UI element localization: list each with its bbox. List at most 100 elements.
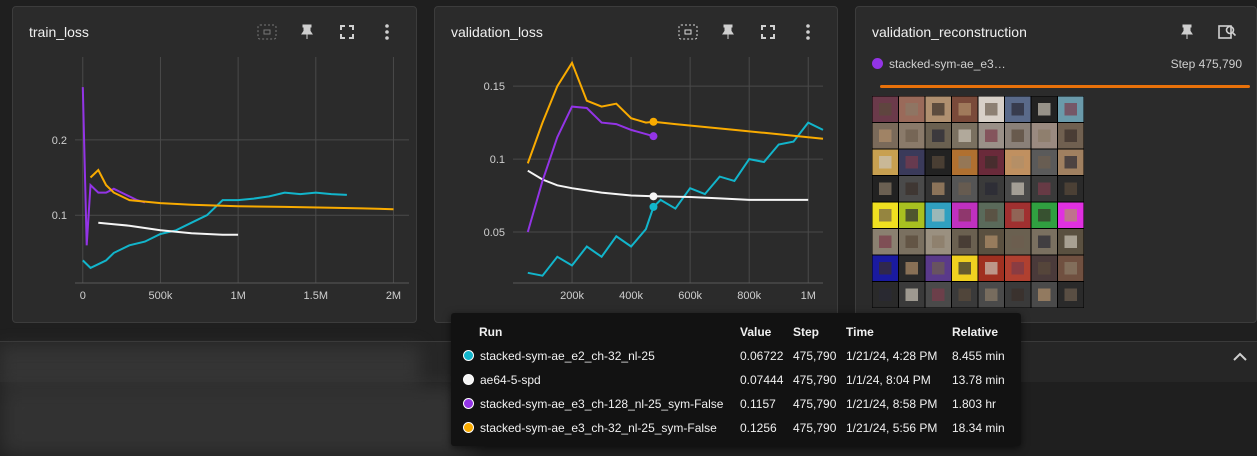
tooltip-run-name: ae64-5-spd	[480, 373, 541, 387]
tooltip-relative-cell: 8.455 min	[952, 349, 1005, 363]
y-tick-label: 0.1	[52, 210, 67, 222]
tooltip-value-cell: 0.07444	[740, 373, 784, 387]
thumbnail-detail	[1011, 156, 1024, 169]
tooltip-run-cell: stacked-sym-ae_e2_ch-32_nl-25	[459, 344, 736, 368]
reconstruction-toolbar	[1170, 19, 1244, 45]
tooltip-run-name: stacked-sym-ae_e3_ch-32_nl-25_sym-False	[480, 421, 717, 435]
x-tick-label: 600k	[678, 290, 702, 302]
pin-icon[interactable]	[711, 19, 745, 45]
thumbnail-detail	[958, 182, 971, 195]
thumbnail-detail	[905, 156, 918, 169]
series-line	[527, 169, 809, 201]
tooltip-value-cell: 0.1256	[740, 421, 777, 435]
thumbnail-detail	[1038, 235, 1051, 248]
thumbnail-detail	[1011, 182, 1024, 195]
thumbnail-detail	[1064, 235, 1077, 248]
fullscreen-icon[interactable]	[751, 19, 785, 45]
thumbnail-detail	[879, 288, 892, 301]
more-vert-icon[interactable]	[791, 19, 825, 45]
thumbnail-detail	[879, 209, 892, 222]
x-tick-label: 1M	[230, 290, 245, 302]
thumbnail-detail	[1038, 262, 1051, 275]
thumbnail-detail	[1064, 156, 1077, 169]
thumbnail-detail	[985, 103, 998, 116]
thumbnail-detail	[879, 182, 892, 195]
tooltip-time-cell: 1/21/24, 5:56 PM	[846, 421, 938, 435]
run-color-dot	[872, 58, 883, 69]
thumbnail-detail	[958, 103, 971, 116]
y-tick-label: 0.15	[484, 81, 505, 93]
tooltip-table: Run Value Step Time Relative stacked-sym…	[459, 322, 1009, 440]
validation-loss-chart[interactable]: 200k 400k 600k 800k 1M 0.05 0.1 0.15	[435, 47, 839, 317]
thumbnail-detail	[932, 156, 945, 169]
x-tick-label: 2M	[386, 290, 401, 302]
image-search-icon[interactable]	[1210, 19, 1244, 45]
pin-icon[interactable]	[1170, 19, 1204, 45]
run-color-dot	[463, 374, 474, 385]
thumbnail-detail	[958, 156, 971, 169]
thumbnail-detail	[932, 288, 945, 301]
series-line	[526, 105, 654, 233]
thumbnail-detail	[1011, 288, 1024, 301]
header-relative: Relative	[952, 325, 999, 339]
train-loss-title: train_loss	[29, 24, 89, 40]
thumbnail-detail	[932, 129, 945, 142]
thumbnail-detail	[932, 262, 945, 275]
tooltip-row: stacked-sym-ae_e3_ch-32_nl-25_sym-False 0…	[459, 416, 1009, 440]
thumbnail-detail	[1011, 209, 1024, 222]
tooltip-header-row: Run Value Step Time Relative	[459, 322, 1009, 344]
thumbnail-detail	[879, 235, 892, 248]
thumbnail-detail	[932, 182, 945, 195]
thumbnail-detail	[905, 129, 918, 142]
tooltip-relative-cell: 18.34 min	[952, 421, 1005, 435]
header-time: Time	[846, 325, 874, 339]
tooltip-run-cell: stacked-sym-ae_e3_ch-128_nl-25_sym-False	[459, 392, 736, 416]
more-vert-icon[interactable]	[370, 19, 404, 45]
thumbnail-detail	[905, 262, 918, 275]
tooltip-value-cell: 0.06722	[740, 349, 784, 363]
thumbnail-detail	[879, 156, 892, 169]
blurred-content	[0, 346, 420, 386]
pin-icon[interactable]	[290, 19, 324, 45]
thumbnail-detail	[905, 288, 918, 301]
thumbnail-detail	[932, 209, 945, 222]
tooltip-relative-cell: 1.803 hr	[952, 397, 997, 411]
step-value: Step 475,790	[1170, 57, 1242, 71]
thumbnail-detail	[879, 129, 892, 142]
thumbnail-detail	[958, 209, 971, 222]
fit-domain-icon[interactable]	[250, 19, 284, 45]
thumbnail-detail	[958, 288, 971, 301]
reconstruction-image-grid[interactable]	[872, 96, 1084, 308]
tooltip-step-cell: 475,790	[793, 397, 837, 411]
header-step: Step	[793, 325, 820, 339]
validation-reconstruction-card: validation_reconstruction stacked-sym-ae…	[855, 6, 1257, 323]
run-color-dot	[463, 350, 474, 361]
thumbnail-detail	[1038, 156, 1051, 169]
x-tick-label: 400k	[619, 290, 643, 302]
reconstruction-image	[872, 96, 1084, 308]
chevron-up-icon[interactable]	[1233, 349, 1247, 367]
thumbnail-detail	[1064, 262, 1077, 275]
thumbnail-detail	[1064, 182, 1077, 195]
fullscreen-icon[interactable]	[330, 19, 364, 45]
step-slider[interactable]	[880, 85, 1250, 88]
x-tick-label: 0	[80, 290, 86, 302]
train-loss-chart[interactable]: 0 500k 1M 1.5M 2M 0.1 0.2	[13, 47, 418, 317]
thumbnail-detail	[985, 235, 998, 248]
tooltip-step-cell: 475,790	[793, 373, 837, 387]
thumbnail-detail	[905, 235, 918, 248]
series-line	[89, 168, 394, 211]
thumbnail-detail	[905, 103, 918, 116]
thumbnail-detail	[1038, 103, 1051, 116]
thumbnail-detail	[879, 262, 892, 275]
validation-reconstruction-title: validation_reconstruction	[872, 24, 1027, 40]
tooltip-time-cell: 1/21/24, 8:58 PM	[846, 397, 938, 411]
blurred-content	[0, 385, 470, 456]
thumbnail-detail	[1038, 182, 1051, 195]
fit-domain-icon[interactable]	[671, 19, 705, 45]
tooltip-row: stacked-sym-ae_e3_ch-128_nl-25_sym-False…	[459, 392, 1009, 416]
train-loss-card: train_loss 0 500k 1M 1.5M 2M 0.1 0.2	[12, 6, 417, 323]
hover-point	[649, 117, 658, 126]
tooltip-row: stacked-sym-ae_e2_ch-32_nl-25 0.06722 475,…	[459, 344, 1009, 368]
tooltip-value-cell: 0.1157	[740, 397, 776, 411]
